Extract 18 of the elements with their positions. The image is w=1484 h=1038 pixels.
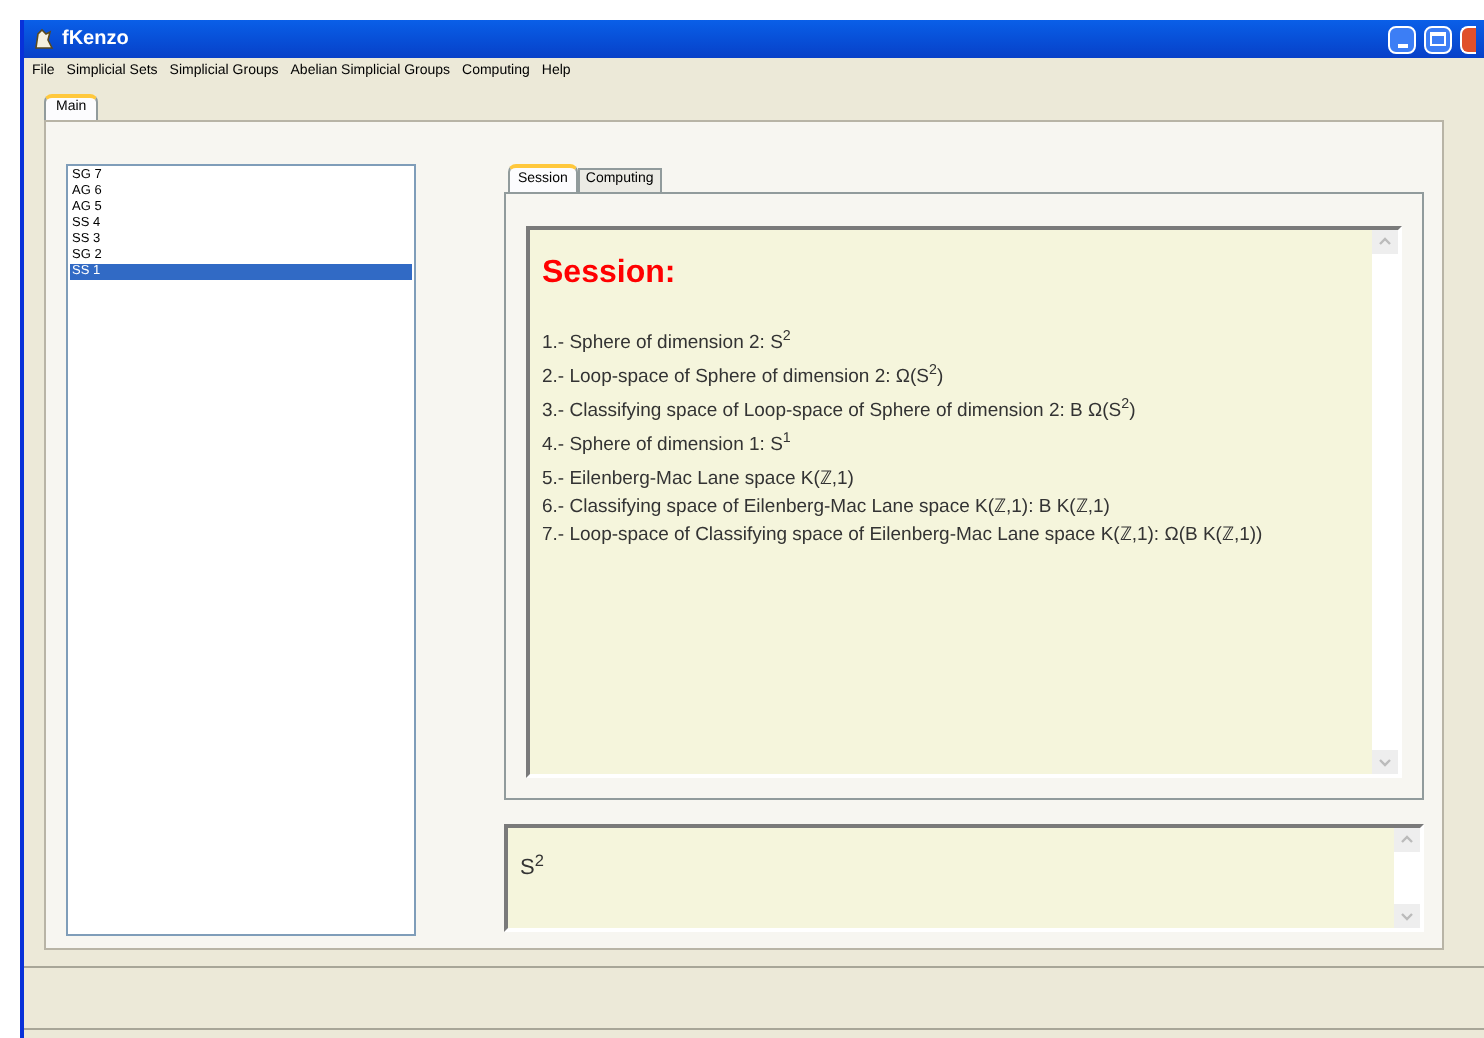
close-button[interactable] (1460, 25, 1476, 53)
scroll-down-icon[interactable] (1394, 904, 1420, 928)
scroll-up-icon[interactable] (1372, 230, 1398, 254)
session-entry: 4.- Sphere of dimension 1: S$^{1}$ (542, 432, 793, 460)
session-entry: 5.- Eilenberg-Mac Lane space K(ℤ,1) (542, 466, 856, 494)
session-heading: Session: (542, 254, 678, 294)
scroll-up-icon[interactable] (1394, 828, 1420, 852)
output-text: S$^{2}$ (518, 849, 546, 884)
app-icon (32, 28, 54, 50)
session-entry: 7.- Loop-space of Classifying space of Eilenberg-Mac Lane space K(ℤ,1): Ω(B K(ℤ,1)) (542, 522, 1265, 550)
session-entry: 1.- Sphere of dimension 2: S$^{2}$ (542, 330, 793, 358)
session-entry: 6.- Classifying space of Eilenberg-Mac Lane space K(ℤ,1): B K(ℤ,1) (542, 494, 1112, 522)
scroll-down-icon[interactable] (1372, 750, 1398, 774)
session-entry: 3.- Classifying space of Loop-space of Sphere of dimension 2: B Ω(S$^{2}$) (542, 398, 1138, 426)
window-title: fKenzo (62, 26, 129, 54)
minimize-button[interactable] (1388, 25, 1416, 53)
session-entry: 2.- Loop-space of Sphere of dimension 2: Ω(S$^{2}$) (542, 364, 946, 392)
maximize-button[interactable] (1424, 25, 1452, 53)
